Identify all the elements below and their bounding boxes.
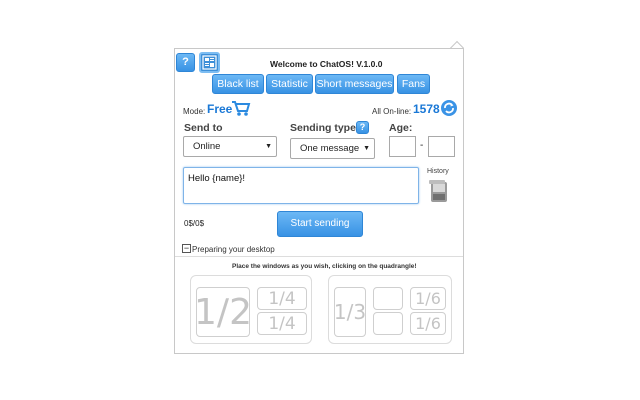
layout-quarter-top[interactable]: 1/4 — [257, 287, 307, 310]
layout-sixth-bottom[interactable]: 1/6 — [410, 312, 446, 335]
tab-fans[interactable]: Fans — [397, 74, 430, 94]
online-count: 1578 — [413, 102, 440, 116]
collapse-toggle[interactable]: − — [182, 244, 191, 253]
progress-text: 0$/0$ — [184, 219, 205, 228]
desktop-layout-button[interactable] — [199, 52, 220, 73]
layout-instruction: Place the windows as you wish, clicking … — [232, 263, 417, 270]
online-label: All On-line: — [372, 107, 412, 116]
sending-type-help-button[interactable]: ? — [356, 121, 369, 134]
message-textarea[interactable]: Hello {name}! — [183, 167, 419, 204]
sending-type-value: One message — [300, 143, 360, 154]
age-separator: - — [420, 140, 424, 151]
mode-value: Free — [207, 102, 233, 116]
sending-type-select[interactable]: One message ▼ — [290, 138, 375, 159]
age-label: Age: — [389, 122, 413, 134]
section-divider — [175, 256, 463, 257]
grid-icon — [202, 55, 217, 70]
layout-quarter-bottom[interactable]: 1/4 — [257, 312, 307, 335]
tab-statistic[interactable]: Statistic — [266, 74, 313, 94]
refresh-icon[interactable] — [440, 99, 458, 117]
age-min-input[interactable] — [389, 136, 416, 157]
tab-black-list[interactable]: Black list — [212, 74, 264, 94]
tab-short-messages[interactable]: Short messages — [315, 74, 394, 94]
help-button-label: ? — [182, 56, 189, 68]
help-button[interactable]: ? — [176, 53, 195, 72]
send-to-value: Online — [193, 141, 221, 152]
send-to-label: Send to — [184, 122, 223, 134]
sending-type-label: Sending type — [290, 122, 356, 134]
start-sending-button[interactable]: Start sending — [277, 211, 363, 237]
desktop-section-label: Preparing your desktop — [192, 245, 275, 254]
age-max-input[interactable] — [428, 136, 455, 157]
history-icon[interactable] — [428, 178, 450, 204]
layout-sixth-top[interactable]: 1/6 — [410, 287, 446, 310]
chevron-down-icon: ▼ — [363, 145, 370, 152]
layout-sixth-middle-bottom[interactable] — [373, 312, 403, 335]
chevron-down-icon: ▼ — [265, 143, 272, 150]
layout-sixth-middle-top[interactable] — [373, 287, 403, 310]
mode-label: Mode: — [183, 107, 206, 116]
cart-icon[interactable] — [231, 100, 251, 117]
send-to-select[interactable]: Online ▼ — [183, 136, 277, 157]
sending-type-help-label: ? — [359, 122, 366, 132]
layout-half-left[interactable]: 1/2 — [194, 287, 252, 337]
history-label: History — [427, 168, 449, 175]
layout-third-left[interactable]: 1/3 — [334, 287, 366, 337]
popup-title: Welcome to ChatOS! V.1.0.0 — [270, 59, 383, 69]
